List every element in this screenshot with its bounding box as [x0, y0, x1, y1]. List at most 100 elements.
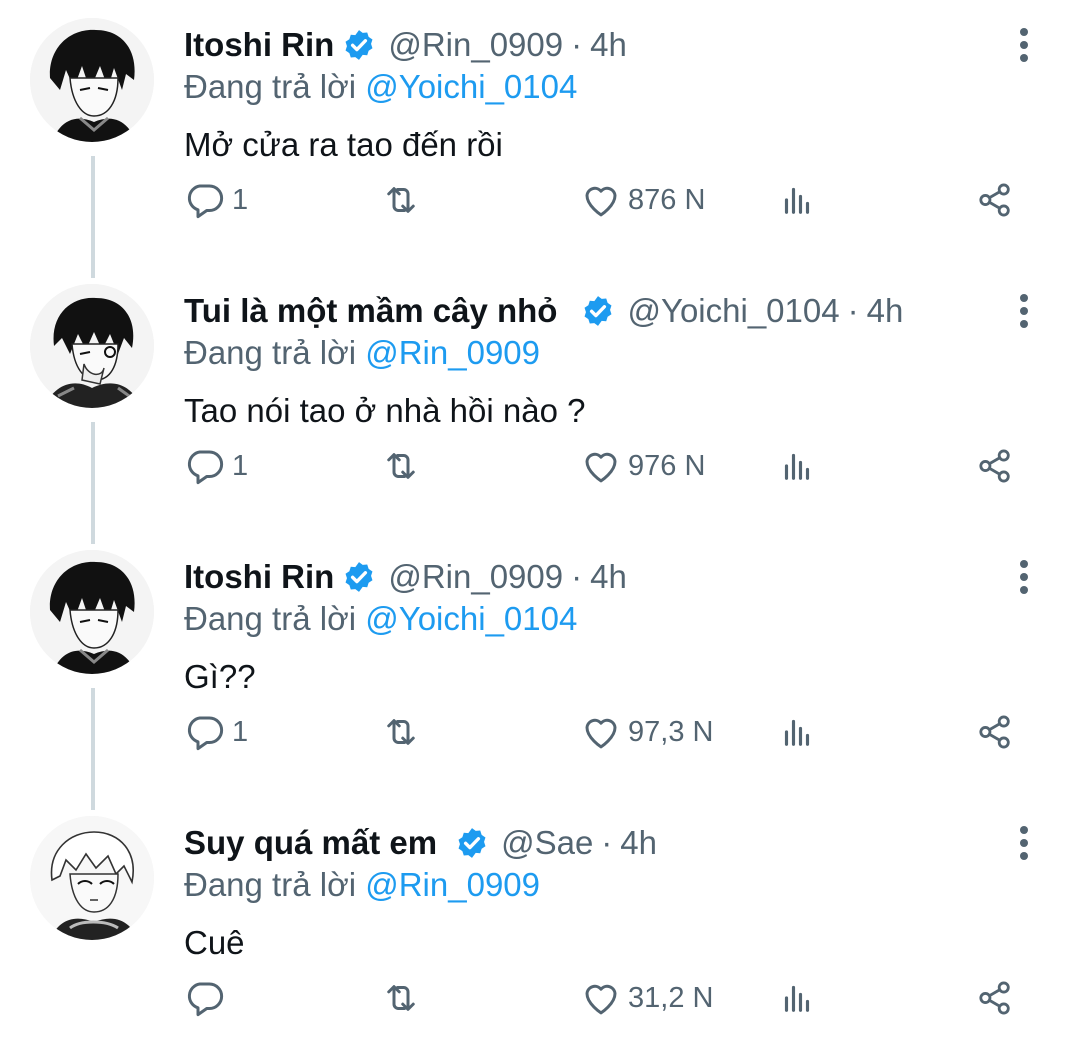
tweet[interactable]: Itoshi Rin @Rin_0909 · 4h Đang trả lời @…: [0, 532, 1080, 798]
reply-icon: [187, 716, 224, 751]
retweet-icon: [387, 187, 415, 213]
tweet-header: Itoshi Rin @Rin_0909 · 4h: [184, 24, 990, 66]
replying-prefix: Đang trả lời: [184, 68, 357, 105]
like-button[interactable]: 31,2 N: [580, 976, 713, 1020]
like-count: 97,3 N: [628, 715, 714, 748]
like-button[interactable]: 876 N: [580, 178, 705, 222]
tweet[interactable]: Suy quá mất em @Sae · 4h Đang trả lời @R…: [0, 798, 1080, 1047]
mention-link[interactable]: @Yoichi_0104: [365, 68, 577, 105]
views-icon: [784, 453, 810, 480]
user-handle[interactable]: @Yoichi_0104: [627, 292, 839, 330]
avatar[interactable]: [30, 816, 154, 940]
replying-to: Đang trả lời @Yoichi_0104: [184, 68, 577, 106]
reply-count: 1: [232, 449, 249, 482]
mention-link[interactable]: @Yoichi_0104: [365, 600, 577, 637]
reply-icon: [187, 982, 224, 1017]
replying-prefix: Đang trả lời: [184, 600, 357, 637]
tweet-actions: 1 876 N: [184, 178, 1024, 222]
display-name[interactable]: Itoshi Rin: [184, 26, 334, 64]
avatar-sae-image: [30, 816, 154, 940]
display-name[interactable]: Tui là một mầm cây nhỏ: [184, 292, 557, 330]
reply-count: 1: [232, 715, 249, 748]
heart-icon: [585, 186, 617, 217]
retweet-icon: [387, 719, 415, 745]
share-button[interactable]: [974, 178, 1016, 222]
avatar[interactable]: [30, 284, 154, 408]
tweet[interactable]: Tui là một mầm cây nhỏ @Yoichi_0104 · 4h…: [0, 266, 1080, 532]
separator-dot: ·: [571, 26, 583, 63]
user-handle[interactable]: @Rin_0909: [388, 26, 563, 64]
retweet-icon: [387, 453, 415, 479]
more-vertical-icon[interactable]: [1010, 292, 1038, 332]
reply-icon: [187, 450, 224, 485]
more-vertical-icon[interactable]: [1010, 558, 1038, 598]
views-button[interactable]: [776, 710, 818, 754]
replying-to: Đang trả lời @Yoichi_0104: [184, 600, 577, 638]
tweet-text: Tao nói tao ở nhà hồi nào ?: [184, 392, 586, 429]
replying-to: Đang trả lời @Rin_0909: [184, 334, 540, 372]
more-vertical-icon[interactable]: [1010, 26, 1038, 66]
verified-badge-icon: [345, 30, 373, 60]
mention-link[interactable]: @Rin_0909: [365, 334, 540, 371]
share-button[interactable]: [974, 710, 1016, 754]
verified-badge-icon: [585, 296, 612, 326]
retweet-button[interactable]: [380, 178, 422, 222]
replying-prefix: Đang trả lời: [184, 334, 357, 371]
reply-icon: [187, 184, 224, 219]
like-count: 976 N: [628, 449, 706, 482]
user-handle[interactable]: @Sae: [501, 824, 593, 862]
like-button[interactable]: 976 N: [580, 444, 705, 488]
share-icon: [979, 183, 1010, 217]
replying-to: Đang trả lời @Rin_0909: [184, 866, 540, 904]
heart-icon: [585, 718, 617, 749]
share-icon: [979, 715, 1010, 749]
replying-prefix: Đang trả lời: [184, 866, 357, 903]
mention-link[interactable]: @Rin_0909: [365, 866, 540, 903]
avatar-rin-image: [30, 550, 154, 674]
reply-button[interactable]: 1: [184, 444, 248, 488]
views-icon: [784, 187, 810, 214]
tweet-actions: 31,2 N: [184, 976, 1024, 1020]
retweet-icon: [387, 985, 415, 1011]
timestamp[interactable]: 4h: [867, 292, 904, 330]
separator-dot: ·: [571, 558, 583, 595]
retweet-button[interactable]: [380, 710, 422, 754]
display-name[interactable]: Itoshi Rin: [184, 558, 334, 596]
views-button[interactable]: [776, 444, 818, 488]
heart-icon: [585, 984, 617, 1015]
timestamp[interactable]: 4h: [620, 824, 657, 862]
more-vertical-icon[interactable]: [1010, 824, 1038, 864]
avatar-rin-image: [30, 18, 154, 142]
separator-dot: ·: [847, 292, 859, 329]
display-name[interactable]: Suy quá mất em: [184, 824, 437, 862]
avatar[interactable]: [30, 18, 154, 142]
retweet-button[interactable]: [380, 976, 422, 1020]
tweet-text: Mở cửa ra tao đến rồi: [184, 126, 503, 163]
user-handle[interactable]: @Rin_0909: [388, 558, 563, 596]
reply-button[interactable]: 1: [184, 710, 248, 754]
views-icon: [784, 719, 810, 746]
timestamp[interactable]: 4h: [590, 558, 627, 596]
tweet-text: Cuê: [184, 924, 245, 961]
tweet-header: Suy quá mất em @Sae · 4h: [184, 822, 990, 864]
avatar-yoichi-image: [30, 284, 154, 408]
tweet-actions: 1 97,3 N: [184, 710, 1024, 754]
reply-button[interactable]: 1: [184, 178, 248, 222]
tweet-header: Itoshi Rin @Rin_0909 · 4h: [184, 556, 990, 598]
heart-icon: [585, 452, 617, 483]
verified-badge-icon: [458, 828, 486, 858]
timestamp[interactable]: 4h: [590, 26, 627, 64]
like-button[interactable]: 97,3 N: [580, 710, 713, 754]
retweet-button[interactable]: [380, 444, 422, 488]
views-button[interactable]: [776, 178, 818, 222]
tweet-header: Tui là một mầm cây nhỏ @Yoichi_0104 · 4h: [184, 290, 990, 332]
share-button[interactable]: [974, 976, 1016, 1020]
tweet[interactable]: Itoshi Rin @Rin_0909 · 4h Đang trả lời @…: [0, 0, 1080, 266]
share-button[interactable]: [974, 444, 1016, 488]
share-icon: [979, 449, 1010, 483]
reply-button[interactable]: [184, 976, 232, 1020]
views-button[interactable]: [776, 976, 818, 1020]
like-count: 31,2 N: [628, 981, 714, 1014]
avatar[interactable]: [30, 550, 154, 674]
share-icon: [979, 981, 1010, 1015]
